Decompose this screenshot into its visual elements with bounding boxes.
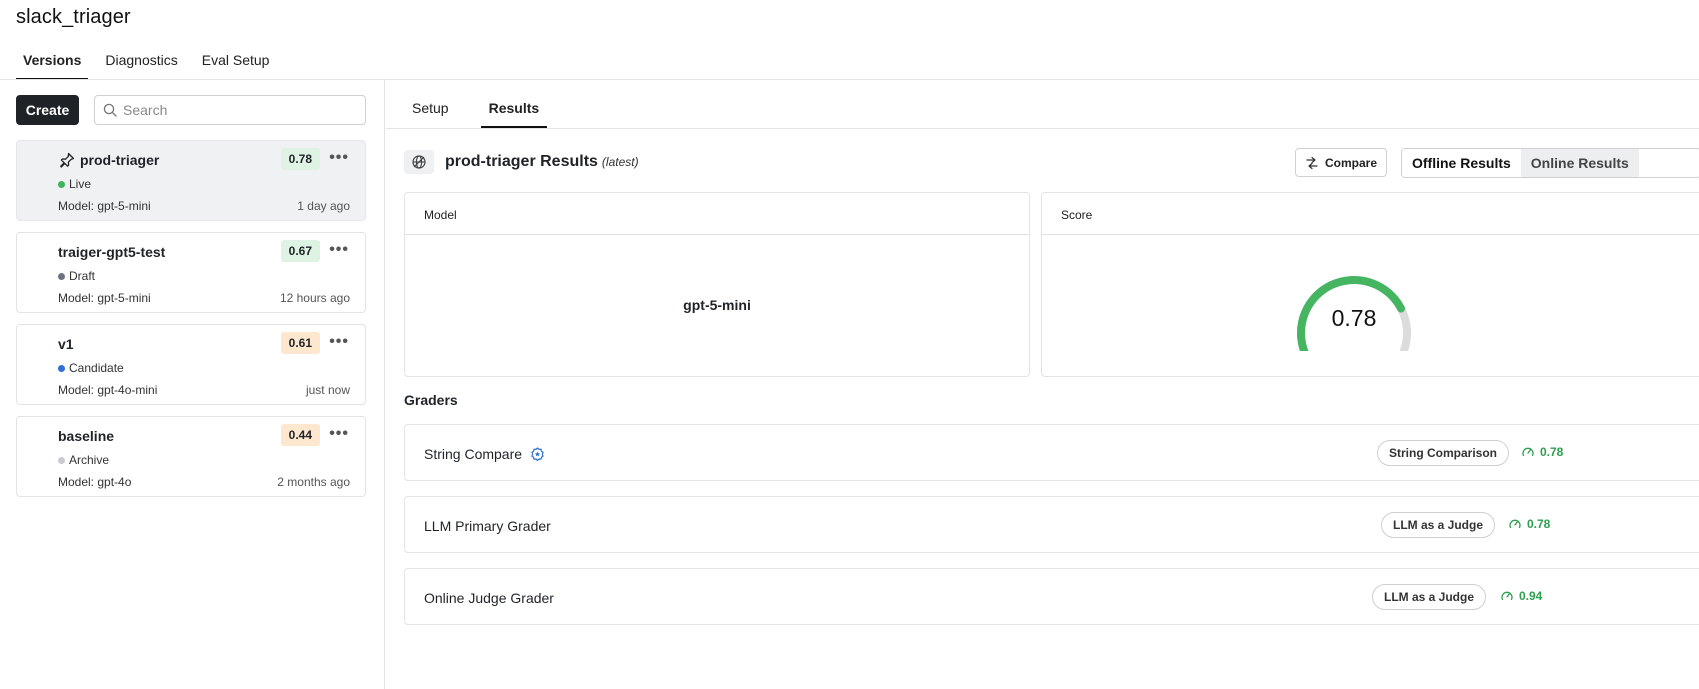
score-panel: Score 0.78 bbox=[1041, 192, 1699, 377]
gauge-icon bbox=[1522, 447, 1534, 457]
results-title-text: prod-triager Results bbox=[445, 153, 598, 170]
grader-name-text: Online Judge Grader bbox=[424, 590, 554, 606]
model-panel: Model gpt-5-mini bbox=[404, 192, 1030, 377]
version-model: Model: gpt-5-mini bbox=[58, 291, 151, 305]
online-results-toggle[interactable]: Online Results bbox=[1520, 149, 1639, 177]
grader-score: 0.94 bbox=[1500, 589, 1542, 603]
top-tabs: Versions Diagnostics Eval Setup bbox=[16, 46, 286, 80]
grader-name-text: LLM Primary Grader bbox=[424, 518, 551, 534]
status-dot bbox=[58, 180, 65, 188]
app-title: slack_triager bbox=[16, 6, 131, 28]
pin-icon[interactable] bbox=[58, 151, 76, 169]
status-indicator: Archive bbox=[58, 453, 109, 467]
more-options-icon[interactable]: ••• bbox=[329, 149, 349, 167]
results-mode-toggle: Offline Results Online Results bbox=[1401, 148, 1699, 178]
grader-row-online-judge[interactable]: Online Judge Grader LLM as a Judge 0.94 bbox=[404, 568, 1699, 625]
grader-name: LLM Primary Grader bbox=[424, 518, 551, 534]
results-pane: Setup Results prod-triager Results (lates… bbox=[386, 80, 1699, 689]
grader-name-text: String Compare bbox=[424, 446, 523, 462]
version-card-traiger-gpt5-test[interactable]: traiger-gpt5-test 0.67 ••• Draft Model: … bbox=[16, 232, 366, 313]
version-time: just now bbox=[305, 383, 350, 397]
tab-eval-setup[interactable]: Eval Setup bbox=[195, 46, 277, 80]
sub-divider bbox=[386, 128, 1699, 129]
status-dot bbox=[58, 456, 65, 464]
status-indicator: Live bbox=[58, 177, 91, 191]
search-box[interactable] bbox=[94, 95, 366, 125]
tab-versions[interactable]: Versions bbox=[16, 46, 89, 80]
globe-icon bbox=[404, 150, 434, 174]
version-model: Model: gpt-4o bbox=[58, 475, 132, 489]
status-indicator: Candidate bbox=[58, 361, 124, 375]
offline-results-toggle[interactable]: Offline Results bbox=[1402, 149, 1521, 177]
version-time: 12 hours ago bbox=[279, 291, 350, 305]
status-label: Archive bbox=[69, 453, 110, 467]
version-name: traiger-gpt5-test bbox=[58, 244, 166, 260]
sub-tabs: Setup Results bbox=[404, 80, 571, 128]
grader-type-badge: String Comparison bbox=[1377, 440, 1510, 466]
grader-score: 0.78 bbox=[1521, 445, 1563, 459]
more-options-icon[interactable]: ••• bbox=[329, 425, 349, 443]
gauge-value: 0.78 bbox=[1332, 305, 1377, 331]
version-model: Model: gpt-4o-mini bbox=[58, 383, 158, 397]
version-time: 2 months ago bbox=[277, 475, 350, 489]
version-time: 1 day ago bbox=[297, 199, 350, 213]
tab-setup[interactable]: Setup bbox=[404, 80, 457, 128]
grader-score-value: 0.94 bbox=[1519, 589, 1543, 603]
status-dot bbox=[58, 272, 65, 280]
grader-type-badge: LLM as a Judge bbox=[1372, 584, 1487, 610]
model-value: gpt-5-mini bbox=[683, 297, 751, 313]
grader-name: String Compare bbox=[424, 446, 545, 462]
version-name: v1 bbox=[58, 336, 74, 352]
status-label: Live bbox=[69, 177, 92, 191]
tab-results[interactable]: Results bbox=[480, 80, 548, 128]
version-card-v1[interactable]: v1 0.61 ••• Candidate Model: gpt-4o-mini… bbox=[16, 324, 366, 405]
score-badge: 0.61 bbox=[280, 332, 320, 354]
versions-sidebar: Create prod-triager 0.78 ••• Live Model:… bbox=[0, 80, 385, 689]
version-model: Model: gpt-5-mini bbox=[58, 199, 151, 213]
create-button[interactable]: Create bbox=[16, 95, 79, 125]
status-label: Draft bbox=[69, 269, 96, 283]
grader-type-badge: LLM as a Judge bbox=[1381, 512, 1496, 538]
tab-diagnostics[interactable]: Diagnostics bbox=[98, 46, 184, 80]
search-icon bbox=[103, 103, 117, 117]
compare-button[interactable]: Compare bbox=[1295, 148, 1387, 177]
score-badge: 0.67 bbox=[280, 240, 320, 262]
more-options-icon[interactable]: ••• bbox=[329, 333, 349, 351]
score-badge: 0.78 bbox=[280, 148, 320, 170]
version-card-prod-triager[interactable]: prod-triager 0.78 ••• Live Model: gpt-5-… bbox=[16, 140, 366, 221]
grader-row-llm-primary[interactable]: LLM Primary Grader LLM as a Judge 0.78 bbox=[404, 496, 1699, 553]
status-label: Candidate bbox=[69, 361, 124, 375]
latest-tag: (latest) bbox=[601, 155, 639, 169]
grader-name: Online Judge Grader bbox=[424, 590, 554, 606]
graders-title: Graders bbox=[404, 392, 458, 408]
gauge-icon bbox=[1501, 591, 1513, 601]
search-input[interactable] bbox=[123, 102, 353, 118]
gauge-icon bbox=[1509, 519, 1521, 529]
status-dot bbox=[58, 364, 65, 372]
score-badge: 0.44 bbox=[280, 424, 320, 446]
score-gauge: 0.78 bbox=[1297, 276, 1411, 351]
results-title: prod-triager Results (latest) bbox=[445, 153, 639, 171]
version-name: baseline bbox=[58, 428, 115, 444]
more-options-icon[interactable]: ••• bbox=[329, 241, 349, 259]
compare-label: Compare bbox=[1324, 155, 1377, 170]
model-panel-header: Model bbox=[405, 193, 1029, 235]
version-name: prod-triager bbox=[80, 152, 160, 168]
version-card-baseline[interactable]: baseline 0.44 ••• Archive Model: gpt-4o … bbox=[16, 416, 366, 497]
compare-icon bbox=[1306, 156, 1318, 169]
score-panel-header: Score bbox=[1042, 193, 1699, 235]
grader-score: 0.78 bbox=[1508, 517, 1550, 531]
grader-row-string-compare[interactable]: String Compare String Comparison 0.78 bbox=[404, 424, 1699, 481]
status-indicator: Draft bbox=[58, 269, 95, 283]
grader-score-value: 0.78 bbox=[1527, 517, 1551, 531]
verified-badge-icon bbox=[531, 446, 544, 461]
grader-score-value: 0.78 bbox=[1540, 445, 1564, 459]
